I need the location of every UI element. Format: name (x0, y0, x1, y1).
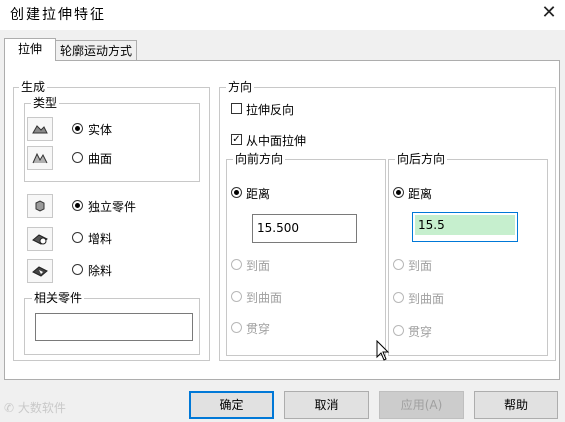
related-part-label: 相关零件 (32, 291, 85, 305)
watermark-logo-icon: ✆ (4, 401, 15, 415)
apply-button[interactable]: 应用(A) (379, 391, 464, 419)
forward-distance-radio[interactable] (231, 187, 242, 198)
add-material-label: 增料 (88, 232, 113, 246)
independent-part-radio[interactable] (72, 200, 83, 211)
surface-label: 曲面 (88, 152, 113, 166)
solid-radio[interactable] (72, 123, 83, 134)
backward-through-label: 贯穿 (408, 325, 433, 339)
ok-button[interactable]: 确定 (189, 391, 274, 419)
forward-to-face-label: 到面 (246, 259, 271, 273)
backward-direction-label: 向后方向 (395, 152, 448, 166)
surface-body-icon (27, 146, 53, 170)
reverse-checkbox[interactable] (231, 103, 242, 114)
solid-body-icon (27, 117, 53, 141)
backward-distance-input[interactable]: 15.5 (412, 212, 518, 242)
solid-label: 实体 (88, 123, 113, 137)
remove-material-icon (27, 259, 53, 283)
surface-radio[interactable] (72, 152, 83, 163)
forward-to-face-radio[interactable] (231, 259, 242, 270)
add-material-radio[interactable] (72, 232, 83, 243)
forward-through-label: 贯穿 (246, 322, 271, 336)
backward-distance-label: 距离 (408, 187, 433, 201)
independent-part-label: 独立零件 (88, 200, 137, 214)
type-group (24, 103, 200, 182)
from-middle-checkbox[interactable]: ✓ (231, 134, 242, 145)
backward-distance-value: 15.5 (415, 215, 515, 235)
tab-profile-motion[interactable]: 轮廓运动方式 (55, 40, 137, 61)
forward-direction-label: 向前方向 (233, 152, 286, 166)
add-material-icon (27, 227, 53, 251)
from-middle-label: 从中面拉伸 (246, 134, 307, 148)
backward-to-surface-radio[interactable] (393, 292, 404, 303)
backward-through-radio[interactable] (393, 325, 404, 336)
forward-through-radio[interactable] (231, 322, 242, 333)
forward-distance-input[interactable]: 15.500 (252, 214, 357, 243)
generate-group-label: 生成 (19, 80, 48, 94)
close-icon[interactable]: ✕ (538, 2, 560, 24)
forward-to-surface-radio[interactable] (231, 291, 242, 302)
independent-part-icon (27, 194, 53, 218)
backward-to-face-radio[interactable] (393, 259, 404, 270)
related-part-input[interactable] (35, 313, 193, 341)
direction-group-label: 方向 (226, 80, 255, 94)
backward-distance-radio[interactable] (393, 187, 404, 198)
help-button[interactable]: 帮助 (474, 391, 558, 419)
remove-material-label: 除料 (88, 264, 113, 278)
watermark-text: 大数软件 (17, 401, 66, 415)
reverse-label: 拉伸反向 (246, 103, 295, 117)
tab-extrude[interactable]: 拉伸 (4, 38, 56, 61)
backward-to-surface-label: 到曲面 (408, 292, 445, 306)
forward-distance-label: 距离 (246, 187, 271, 201)
backward-to-face-label: 到面 (408, 259, 433, 273)
watermark: ✆ 大数软件 (4, 399, 66, 416)
forward-to-surface-label: 到曲面 (246, 291, 283, 305)
cancel-button[interactable]: 取消 (284, 391, 369, 419)
type-group-label: 类型 (31, 96, 60, 110)
mouse-cursor-icon (376, 340, 390, 361)
window-title: 创建拉伸特征 (10, 7, 106, 23)
remove-material-radio[interactable] (72, 264, 83, 275)
